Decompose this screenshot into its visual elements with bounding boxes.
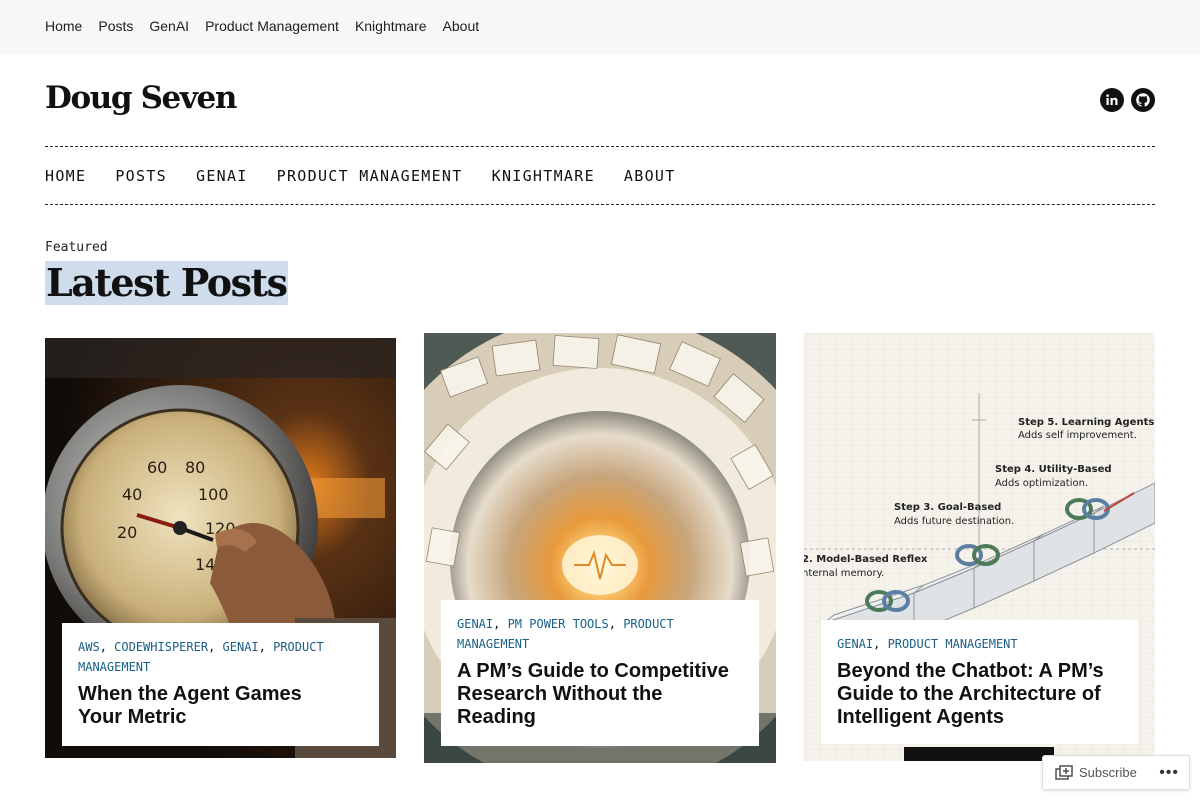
top-nav-product-management[interactable]: Product Management: [205, 18, 339, 34]
subscribe-icon: [1055, 764, 1073, 780]
top-nav-about[interactable]: About: [443, 18, 480, 34]
category-link[interactable]: PM POWER TOOLS: [508, 617, 609, 631]
post-meta: AWS, CODEWHISPERER, GENAI, PRODUCT MANAG…: [62, 623, 379, 746]
post-title[interactable]: Beyond the Chatbot: A PM’s Guide to the …: [837, 660, 1127, 729]
top-nav-posts[interactable]: Posts: [98, 18, 133, 34]
top-nav-genai[interactable]: GenAI: [149, 18, 189, 34]
diagram-label: nternal memory.: [804, 568, 884, 579]
gauge-tick: 40: [122, 485, 142, 504]
diagram-label: 2. Model-Based Reflex: [804, 554, 928, 565]
gauge-tick: 80: [185, 458, 205, 477]
diagram-label: Adds future destination.: [894, 516, 1014, 527]
diagram-label: Adds self improvement.: [1018, 430, 1137, 441]
category-link[interactable]: GENAI: [837, 637, 873, 651]
post-categories: GENAI, PM POWER TOOLS, PRODUCT MANAGEMEN…: [457, 617, 674, 651]
category-link[interactable]: GENAI: [223, 640, 259, 654]
github-icon[interactable]: [1131, 88, 1155, 112]
post-categories: GENAI, PRODUCT MANAGEMENT: [837, 637, 1018, 651]
main-nav-about[interactable]: ABOUT: [624, 167, 676, 185]
gauge-tick: 20: [117, 523, 137, 542]
post-title[interactable]: A PM’s Guide to Competitive Research Wit…: [457, 660, 743, 729]
post-card[interactable]: 60 80 40 100 20 120 140 AWS, CODEWHISPER…: [45, 338, 396, 758]
more-options-icon[interactable]: •••: [1159, 764, 1179, 782]
main-nav-posts[interactable]: POSTS: [115, 167, 167, 185]
main-nav-knightmare[interactable]: KNIGHTMARE: [492, 167, 595, 185]
top-nav-home[interactable]: Home: [45, 18, 82, 34]
post-meta: GENAI, PRODUCT MANAGEMENT Beyond the Cha…: [821, 620, 1138, 744]
category-link[interactable]: GENAI: [457, 617, 493, 631]
featured-label: Featured: [45, 240, 108, 255]
subscribe-button[interactable]: Subscribe: [1055, 764, 1137, 781]
top-nav: Home Posts GenAI Product Management Knig…: [45, 18, 479, 34]
post-title[interactable]: When the Agent Games Your Metric: [78, 683, 328, 729]
site-title[interactable]: Doug Seven: [45, 80, 237, 116]
main-nav-product-management[interactable]: PRODUCT MANAGEMENT: [277, 167, 463, 185]
top-nav-knightmare[interactable]: Knightmare: [355, 18, 427, 34]
main-nav: HOME POSTS GENAI PRODUCT MANAGEMENT KNIG…: [45, 146, 1155, 205]
category-link[interactable]: AWS: [78, 640, 100, 654]
gauge-tick: 100: [198, 485, 229, 504]
post-card[interactable]: GENAI, PM POWER TOOLS, PRODUCT MANAGEMEN…: [424, 333, 776, 763]
top-bar: Home Posts GenAI Product Management Knig…: [0, 0, 1200, 54]
linkedin-icon[interactable]: [1100, 88, 1124, 112]
post-categories: AWS, CODEWHISPERER, GENAI, PRODUCT MANAG…: [78, 640, 324, 674]
gauge-tick: 60: [147, 458, 167, 477]
post-card[interactable]: Step 5. Learning Agents Adds self improv…: [804, 333, 1155, 761]
post-meta: GENAI, PM POWER TOOLS, PRODUCT MANAGEMEN…: [441, 600, 759, 746]
main-nav-home[interactable]: HOME: [45, 167, 86, 185]
diagram-label: Step 5. Learning Agents: [1018, 417, 1154, 428]
diagram-label: Step 4. Utility-Based: [995, 464, 1112, 475]
diagram-label: Adds optimization.: [995, 478, 1088, 489]
category-link[interactable]: PRODUCT MANAGEMENT: [888, 637, 1018, 651]
subscribe-bar: Subscribe •••: [1042, 755, 1190, 790]
section-heading: Latest Posts: [45, 260, 288, 305]
main-nav-genai[interactable]: GENAI: [196, 167, 248, 185]
category-link[interactable]: CODEWHISPERER: [114, 640, 208, 654]
subscribe-label: Subscribe: [1079, 765, 1137, 780]
diagram-label: Step 3. Goal-Based: [894, 502, 1001, 513]
